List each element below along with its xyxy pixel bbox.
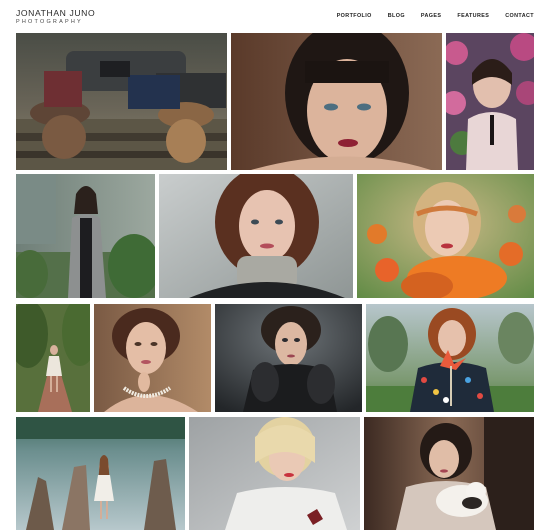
gallery-photo-blonde-bob[interactable]	[189, 417, 360, 530]
gallery-photo-two-women-on-truck[interactable]	[16, 33, 227, 170]
photo-image	[364, 417, 534, 530]
photo-image	[16, 304, 90, 412]
photo-image	[16, 417, 185, 530]
photo-image	[189, 417, 360, 530]
gallery-photo-woman-cat[interactable]	[364, 417, 534, 530]
gallery-photo-turtleneck[interactable]	[159, 174, 353, 298]
photo-image	[357, 174, 534, 298]
photo-image	[366, 304, 534, 412]
photo-image	[16, 174, 155, 298]
gallery-photo-woman-flowers[interactable]	[446, 33, 534, 170]
gallery-photo-dark-fur[interactable]	[215, 304, 362, 412]
gallery-photo-bangs-portrait[interactable]	[231, 33, 442, 170]
photo-image	[16, 33, 227, 170]
gallery-photo-pinwheel[interactable]	[366, 304, 534, 412]
gallery-photo-path-white-dress[interactable]	[16, 304, 90, 412]
photo-image	[215, 304, 362, 412]
gallery-photo-lake-driftwood[interactable]	[16, 417, 185, 530]
photo-image	[94, 304, 211, 412]
gallery-photo-pearls[interactable]	[94, 304, 211, 412]
gallery-photo-flower-crown[interactable]	[357, 174, 534, 298]
photo-gallery	[0, 0, 550, 530]
photo-image	[159, 174, 353, 298]
gallery-photo-woman-cardigan[interactable]	[16, 174, 155, 298]
photo-image	[446, 33, 534, 170]
page: JONATHAN JUNO PHOTOGRAPHY PORTFOLIO BLOG…	[0, 0, 550, 530]
photo-image	[231, 33, 442, 170]
